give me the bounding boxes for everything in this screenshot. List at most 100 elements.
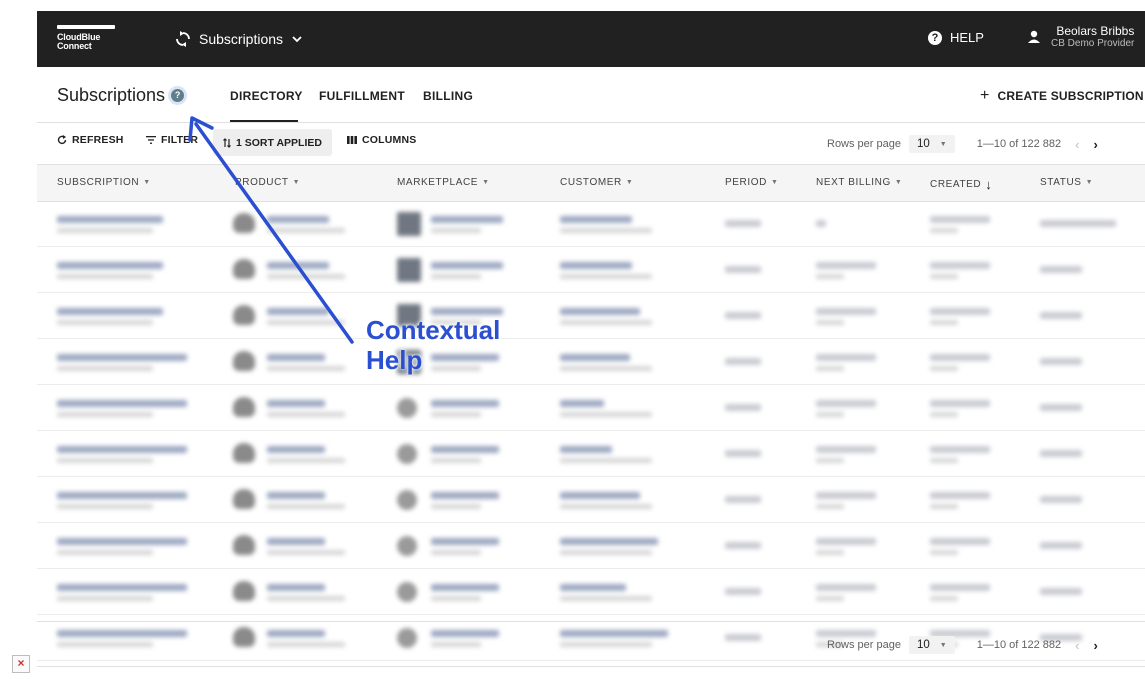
cell-subscription[interactable] [57,523,217,568]
next-page-icon[interactable]: › [1093,137,1097,152]
table-row[interactable] [37,431,1145,477]
cell-status [1040,523,1140,568]
cell-period [725,477,805,522]
caret-down-icon: ▼ [894,179,903,186]
table-row[interactable] [37,385,1145,431]
refresh-label: REFRESH [72,134,124,146]
module-label: Subscriptions [199,31,284,47]
cloudblue-logo[interactable]: CloudBlue Connect [57,25,117,53]
app-window: CloudBlue Connect Subscriptions ? HELP B… [37,11,1145,667]
columns-icon [347,136,357,144]
cell-customer [560,523,720,568]
column-header-created[interactable]: CREATED ↓ [930,177,992,192]
next-page-icon[interactable]: › [1093,638,1097,653]
cell-product [233,431,393,476]
cell-status [1040,385,1140,430]
cell-created [930,385,1030,430]
create-subscription-button[interactable]: + CREATE SUBSCRIPTION [980,87,1144,105]
sort-icon [223,137,231,148]
cell-period [725,293,805,338]
table-row[interactable] [37,569,1145,615]
filter-label: FILTER [161,134,199,146]
table-body [37,201,1145,661]
caret-down-icon: ▼ [143,179,151,186]
cell-next-billing [816,385,916,430]
module-switcher[interactable]: Subscriptions [175,28,303,50]
cell-customer [560,477,720,522]
pagination-range: 1—10 of 122 882 [976,138,1062,150]
cell-marketplace [397,431,557,476]
table-row[interactable] [37,477,1145,523]
filter-button[interactable]: FILTER [146,134,198,146]
user-org: CB Demo Provider [1051,38,1135,49]
cell-marketplace [397,201,557,246]
prev-page-icon[interactable]: ‹ [1075,638,1079,653]
table-footer: Rows per page 10 ▼ 1—10 of 122 882 ‹ › [37,621,1145,667]
cell-product [233,385,393,430]
cell-status [1040,201,1140,246]
tab-billing[interactable]: BILLING [423,89,473,103]
column-header-product[interactable]: PRODUCT ▼ [235,177,300,188]
cell-created [930,523,1030,568]
prev-page-icon[interactable]: ‹ [1075,137,1079,152]
help-label: HELP [950,30,984,45]
cell-subscription[interactable] [57,339,217,384]
cell-next-billing [816,431,916,476]
column-header-period[interactable]: PERIOD ▼ [725,177,778,188]
user-icon [1028,30,1040,43]
column-header-next-billing[interactable]: NEXT BILLING ▼ [816,177,902,188]
rows-per-page-select[interactable]: 10 ▼ [909,135,955,153]
cell-customer [560,201,720,246]
table-row[interactable] [37,247,1145,293]
refresh-button[interactable]: REFRESH [57,134,124,146]
refresh-icon [57,135,67,144]
tab-directory[interactable]: DIRECTORY [230,89,303,103]
cell-period [725,431,805,476]
cell-customer [560,569,720,614]
caret-down-icon: ▼ [770,179,779,186]
cell-marketplace [397,569,557,614]
cell-period [725,569,805,614]
cell-marketplace [397,385,557,430]
cell-marketplace [397,477,557,522]
cell-created [930,339,1030,384]
column-header-subscription[interactable]: SUBSCRIPTION ▼ [57,177,151,188]
table-row[interactable] [37,201,1145,247]
cell-next-billing [816,523,916,568]
page-title-text: Subscriptions [57,85,166,105]
cell-created [930,477,1030,522]
caret-down-icon: ▼ [625,179,634,186]
context-help-icon[interactable]: ? [171,89,185,102]
cell-status [1040,339,1140,384]
column-header-status[interactable]: STATUS ▼ [1040,177,1093,188]
select-caret-icon: ▼ [939,140,947,148]
column-header-marketplace[interactable]: MARKETPLACE ▼ [397,177,490,188]
cell-subscription[interactable] [57,247,217,292]
cell-subscription[interactable] [57,431,217,476]
help-icon: ? [928,30,942,45]
sort-applied-button[interactable]: 1 SORT APPLIED [213,129,332,156]
cell-next-billing [816,247,916,292]
cell-status [1040,247,1140,292]
table-row[interactable] [37,523,1145,569]
cell-subscription[interactable] [57,569,217,614]
cell-subscription[interactable] [57,201,217,246]
table-row[interactable] [37,293,1145,339]
tab-fulfillment[interactable]: FULFILLMENT [319,89,405,103]
cell-subscription[interactable] [57,293,217,338]
top-bar: CloudBlue Connect Subscriptions ? HELP B… [37,11,1145,67]
help-button[interactable]: ? HELP [928,30,984,45]
cell-subscription[interactable] [57,385,217,430]
user-menu[interactable]: Beolars Bribbs CB Demo Provider [1027,24,1134,50]
user-name: Beolars Bribbs [1056,24,1135,38]
column-header-customer[interactable]: CUSTOMER ▼ [560,177,633,188]
rows-per-page-value: 10 [917,639,930,651]
cell-subscription[interactable] [57,477,217,522]
table-row[interactable] [37,339,1145,385]
cell-created [930,431,1030,476]
rows-per-page-select[interactable]: 10 ▼ [909,636,955,654]
columns-button[interactable]: COLUMNS [347,134,416,146]
cell-product [233,247,393,292]
cell-customer [560,385,720,430]
caret-down-icon: ▼ [482,179,490,186]
